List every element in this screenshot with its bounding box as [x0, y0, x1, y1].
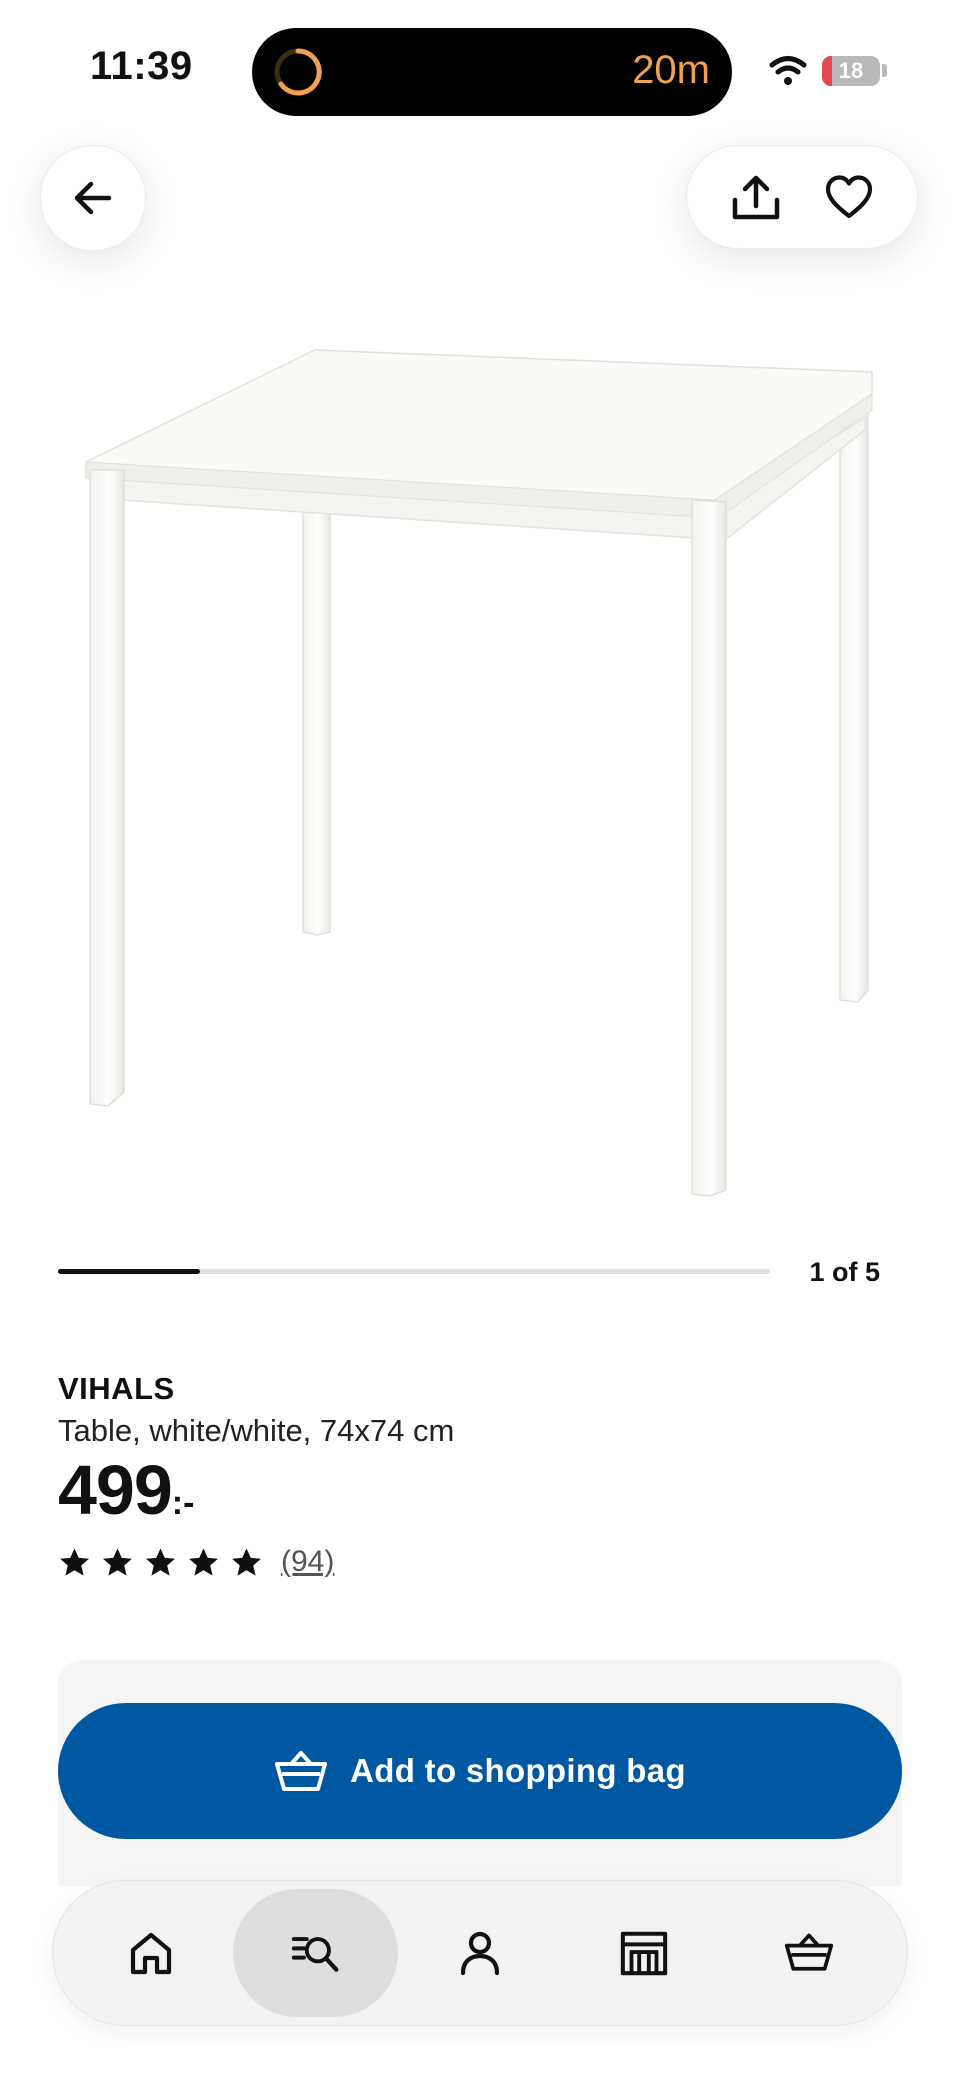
nav-stores[interactable]	[562, 1889, 726, 2017]
star-icon	[189, 1547, 218, 1576]
shopping-basket-icon	[275, 1751, 328, 1791]
arrow-left-icon	[74, 181, 112, 215]
person-icon	[460, 1931, 500, 1976]
timer-label: 20m	[632, 48, 710, 92]
bottom-nav	[52, 1880, 908, 2026]
gallery-progress-fill	[58, 1269, 201, 1274]
shopping-basket-icon	[784, 1933, 833, 1971]
add-to-bag-label: Add to shopping bag	[350, 1752, 686, 1789]
add-to-bag-button[interactable]: Add to shopping bag	[58, 1703, 902, 1839]
rating-stars	[58, 1546, 263, 1579]
star-icon	[146, 1547, 175, 1576]
battery-level: 18	[838, 58, 864, 83]
battery-icon: 18	[822, 56, 880, 86]
timer-ring-icon	[274, 48, 322, 96]
star-icon	[103, 1547, 132, 1576]
heart-icon	[825, 175, 872, 219]
share-icon	[732, 175, 779, 220]
share-button[interactable]	[728, 169, 784, 225]
header-actions	[686, 145, 918, 249]
gallery-progress	[58, 1269, 770, 1274]
review-count-link[interactable]: (94)	[281, 1545, 334, 1579]
dynamic-island[interactable]: 20m	[252, 28, 732, 116]
nav-bag[interactable]	[727, 1889, 891, 2017]
product-price: 499:-	[58, 1455, 194, 1525]
status-time: 11:39	[90, 44, 193, 88]
price-suffix: :-	[171, 1484, 195, 1522]
nav-search[interactable]	[233, 1889, 398, 2017]
store-icon	[621, 1931, 668, 1976]
product-image[interactable]	[70, 330, 890, 1210]
product-rating[interactable]: (94)	[58, 1540, 334, 1584]
product-description: Table, white/white, 74x74 cm	[58, 1413, 455, 1448]
price-value: 499	[58, 1451, 173, 1529]
nav-home[interactable]	[69, 1889, 233, 2017]
battery-cap	[882, 64, 887, 77]
back-button[interactable]	[40, 145, 146, 251]
gallery-page-count: 1 of 5	[809, 1257, 880, 1287]
home-icon	[131, 1932, 172, 1975]
nav-account[interactable]	[398, 1889, 562, 2017]
search-list-icon	[291, 1937, 339, 1972]
favorite-button[interactable]	[821, 169, 877, 225]
product-name: VIHALS	[58, 1371, 175, 1406]
star-icon	[60, 1547, 89, 1576]
star-icon	[232, 1547, 261, 1576]
wifi-icon	[769, 56, 807, 85]
